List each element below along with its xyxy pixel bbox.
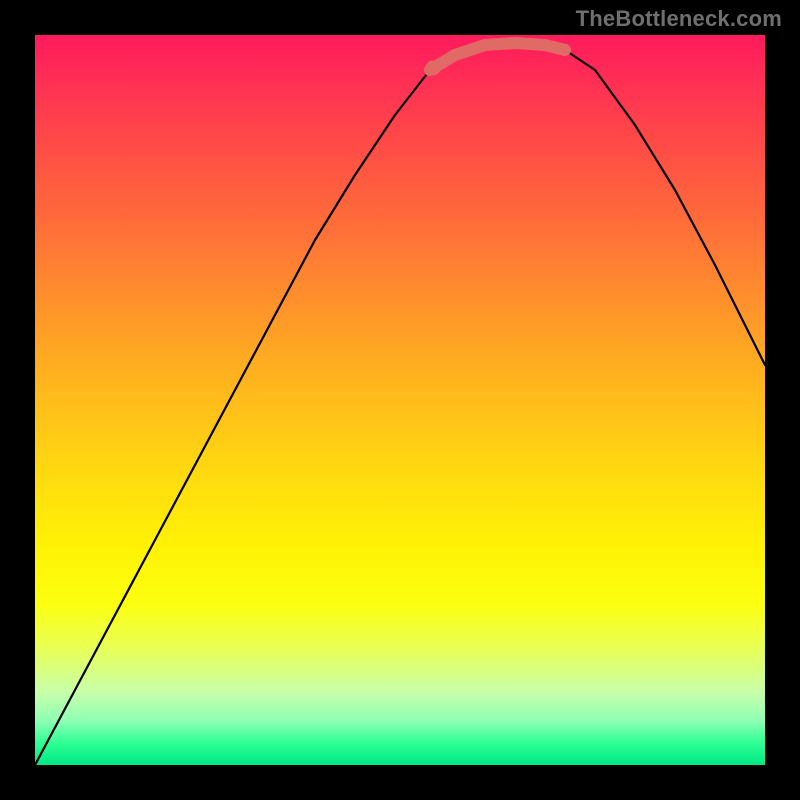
optimal-point-dot: [426, 61, 441, 76]
watermark-text: TheBottleneck.com: [576, 6, 782, 32]
bottleneck-curve: [35, 43, 765, 765]
optimal-range-highlight: [430, 43, 565, 70]
chart-frame: TheBottleneck.com: [0, 0, 800, 800]
plot-area: [35, 35, 765, 765]
curve-layer: [35, 35, 765, 765]
